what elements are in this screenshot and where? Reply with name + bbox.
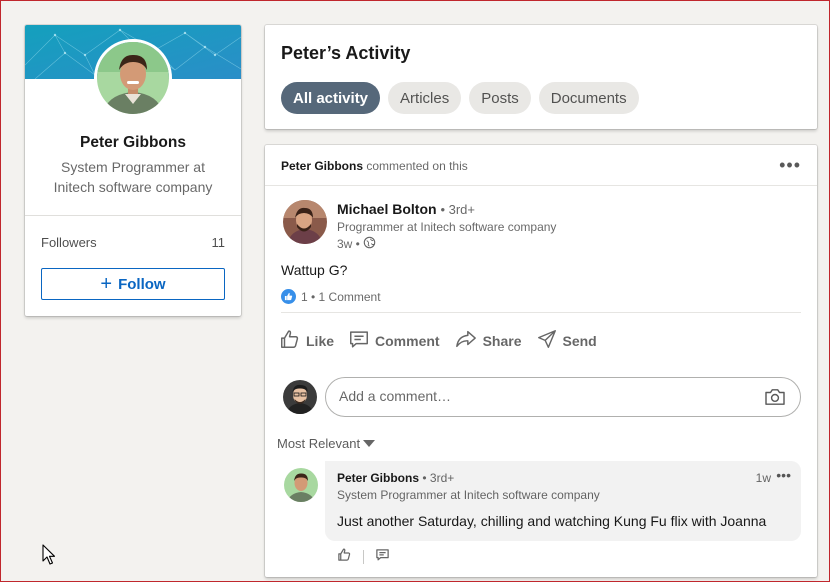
post-time: 3w • — [337, 236, 376, 252]
commenter-name[interactable]: Peter Gibbons • 3rd+ — [337, 471, 454, 485]
globe-icon — [363, 236, 376, 252]
profile-name[interactable]: Peter Gibbons — [25, 134, 241, 152]
caret-down-icon — [363, 436, 376, 451]
filter-all-activity[interactable]: All activity — [281, 82, 381, 114]
current-user-avatar[interactable] — [283, 380, 317, 414]
post-context-header: Peter Gibbons commented on this — [281, 159, 468, 173]
activity-title: Peter’s Activity — [281, 43, 411, 63]
followers-count: 11 — [211, 235, 226, 250]
like-button[interactable]: Like — [279, 328, 334, 353]
commenter-degree: • 3rd+ — [422, 471, 455, 485]
comment-like-icon[interactable] — [337, 547, 352, 567]
divider — [25, 215, 241, 216]
share-icon — [454, 328, 478, 353]
comment-box[interactable] — [325, 377, 801, 417]
followers-label: Followers — [41, 235, 97, 250]
camera-icon[interactable] — [764, 388, 786, 411]
comment-button[interactable]: Comment — [348, 328, 440, 353]
author-degree: • 3rd+ — [440, 202, 475, 217]
plus-icon: + — [100, 273, 113, 295]
comment-time: 1w — [755, 471, 771, 485]
sort-comments-dropdown[interactable]: Most Relevant — [277, 436, 376, 451]
author-headline: Programmer at Initech software company — [337, 220, 557, 234]
comment-more-icon[interactable]: ••• — [776, 467, 791, 483]
divider — [281, 312, 801, 313]
follow-label: Follow — [118, 275, 166, 293]
send-icon — [536, 328, 558, 353]
filter-documents[interactable]: Documents — [538, 82, 639, 114]
thumbs-up-icon — [279, 328, 301, 353]
post-body: Wattup G? — [281, 262, 348, 278]
share-button[interactable]: Share — [454, 328, 522, 353]
comment-text: Just another Saturday, chilling and watc… — [337, 513, 767, 529]
commenter-avatar[interactable] — [284, 468, 318, 502]
divider — [265, 185, 817, 186]
profile-card: Peter Gibbons System Programmer at Inite… — [25, 25, 241, 316]
activity-filter-tabs: All activity Articles Posts Documents — [281, 82, 639, 114]
author-avatar[interactable] — [283, 200, 327, 244]
profile-avatar[interactable] — [94, 39, 172, 117]
activity-card: Peter’s Activity All activity Articles P… — [265, 25, 817, 129]
activity-post-card: Peter Gibbons commented on this ••• Mich… — [265, 145, 817, 577]
post-context-actor[interactable]: Peter Gibbons — [281, 159, 363, 173]
more-options-icon[interactable]: ••• — [779, 155, 801, 176]
profile-headline: System Programmer at Initech software co… — [53, 159, 213, 195]
filter-posts[interactable]: Posts — [469, 82, 531, 114]
like-reaction-icon — [281, 289, 296, 304]
divider — [363, 550, 364, 564]
mouse-cursor-icon — [42, 544, 56, 571]
comment-reply-icon[interactable] — [375, 547, 390, 567]
comment-action-bar — [337, 547, 390, 567]
commenter-headline: System Programmer at Initech software co… — [337, 488, 600, 502]
follow-button[interactable]: + Follow — [41, 268, 225, 300]
post-action-bar: Like Comment Share Send — [279, 328, 597, 353]
send-button[interactable]: Send — [536, 328, 597, 353]
comment-input[interactable] — [337, 387, 741, 405]
social-counts[interactable]: 1 • 1 Comment — [281, 289, 381, 304]
post-context-action: commented on this — [366, 159, 468, 173]
comment-bubble: Peter Gibbons • 3rd+ System Programmer a… — [325, 461, 801, 541]
author-name[interactable]: Michael Bolton • 3rd+ — [337, 201, 475, 217]
filter-articles[interactable]: Articles — [388, 82, 462, 114]
comment-icon — [348, 328, 370, 353]
